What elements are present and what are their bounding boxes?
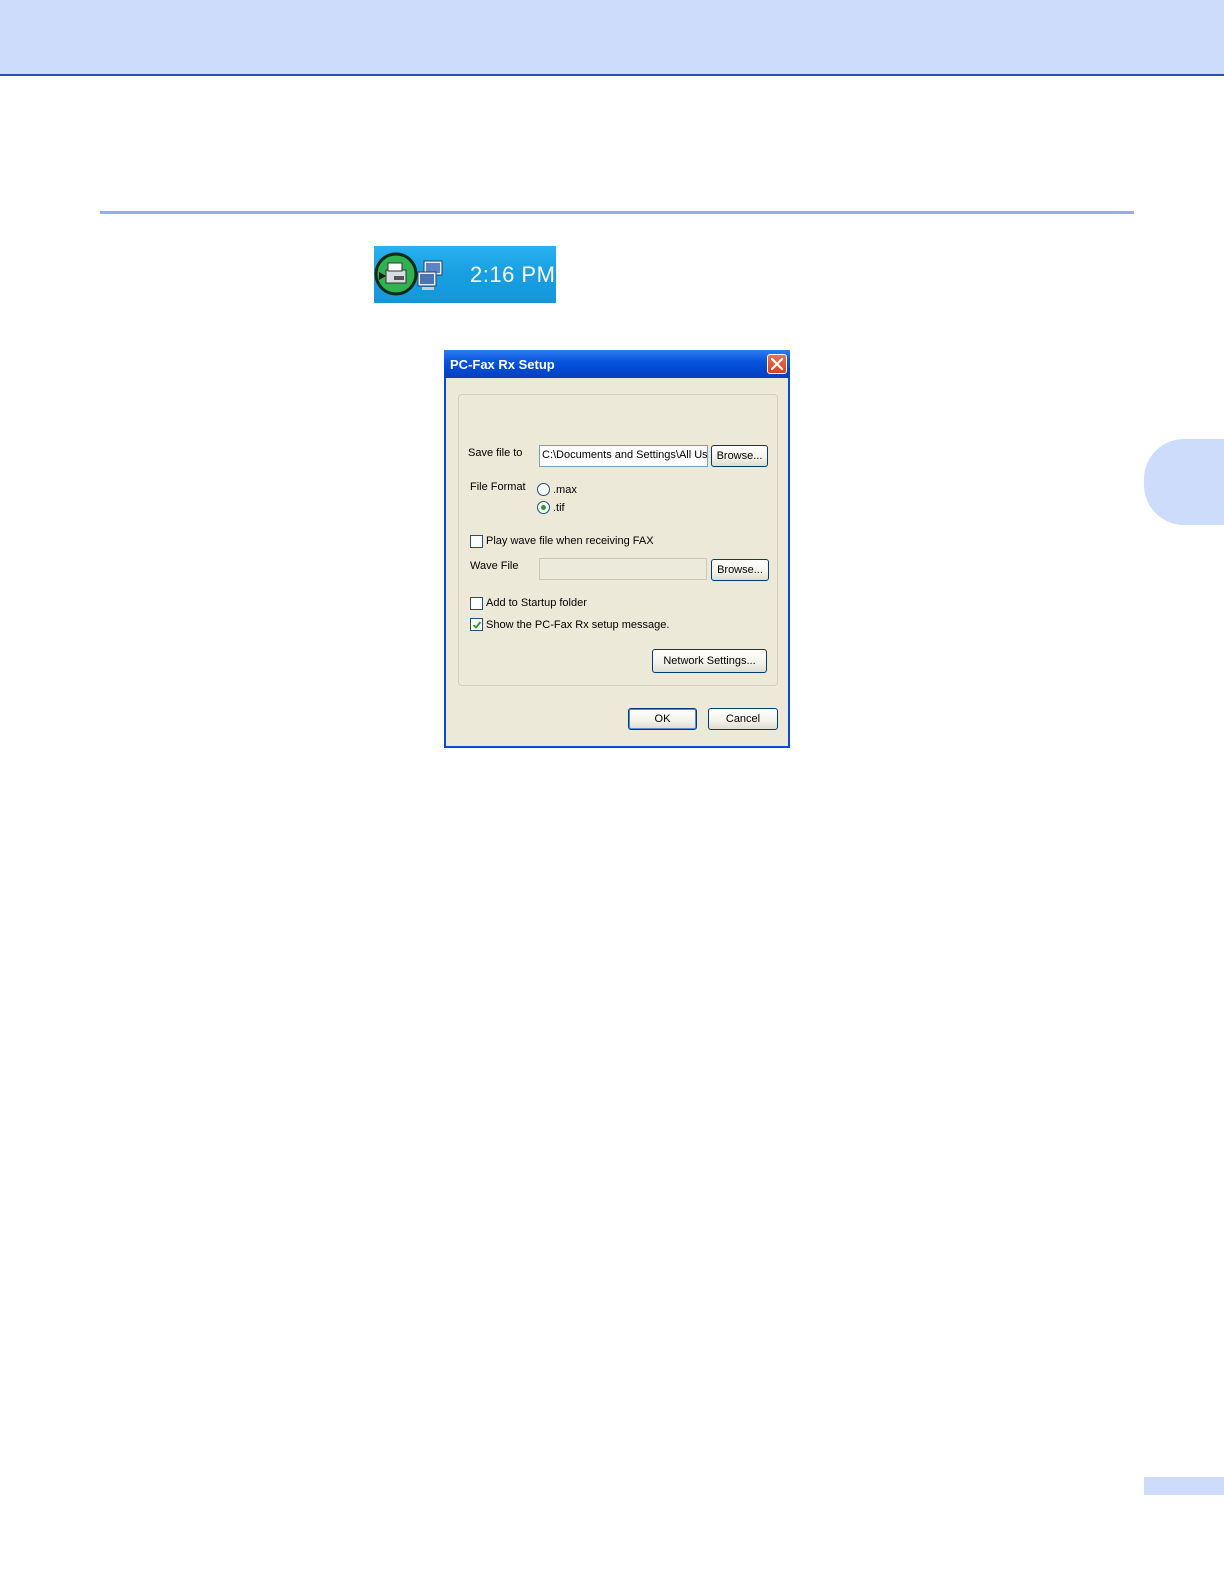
page-number-tab xyxy=(1144,1477,1224,1495)
section-divider xyxy=(100,211,1134,214)
show-setup-message-label[interactable]: Show the PC-Fax Rx setup message. xyxy=(486,619,669,631)
page-header-band xyxy=(0,0,1224,76)
wave-file-browse-button[interactable]: Browse... xyxy=(711,559,769,581)
show-setup-message-checkbox[interactable] xyxy=(470,618,483,631)
chapter-tab xyxy=(1144,439,1224,525)
save-file-to-input[interactable]: C:\Documents and Settings\All Use xyxy=(539,445,708,467)
network-icon[interactable] xyxy=(417,260,443,290)
checkmark-icon xyxy=(472,621,482,629)
save-file-browse-button[interactable]: Browse... xyxy=(711,445,768,467)
format-tif-label[interactable]: .tif xyxy=(553,502,565,514)
close-button[interactable] xyxy=(767,354,787,374)
save-file-to-label: Save file to xyxy=(468,447,523,459)
add-startup-checkbox[interactable] xyxy=(470,597,483,610)
cancel-button[interactable]: Cancel xyxy=(708,708,778,730)
fax-receive-icon[interactable] xyxy=(374,252,418,296)
add-startup-label[interactable]: Add to Startup folder xyxy=(486,597,587,609)
network-settings-button[interactable]: Network Settings... xyxy=(652,649,767,673)
play-wave-label[interactable]: Play wave file when receiving FAX xyxy=(486,535,654,547)
pc-fax-rx-setup-dialog: PC-Fax Rx Setup Save file to C:\Document… xyxy=(444,350,790,748)
wave-file-input[interactable] xyxy=(539,558,707,580)
format-max-radio[interactable] xyxy=(537,483,550,496)
format-tif-radio[interactable] xyxy=(537,501,550,514)
ok-button[interactable]: OK xyxy=(628,708,697,730)
dialog-title: PC-Fax Rx Setup xyxy=(450,357,555,372)
wave-file-label: Wave File xyxy=(470,560,519,572)
file-format-label: File Format xyxy=(470,481,526,493)
tray-clock: 2:16 PM xyxy=(470,262,556,287)
format-max-label[interactable]: .max xyxy=(553,484,577,496)
close-icon xyxy=(771,358,783,370)
play-wave-checkbox[interactable] xyxy=(470,535,483,548)
dialog-titlebar[interactable]: PC-Fax Rx Setup xyxy=(444,350,790,378)
